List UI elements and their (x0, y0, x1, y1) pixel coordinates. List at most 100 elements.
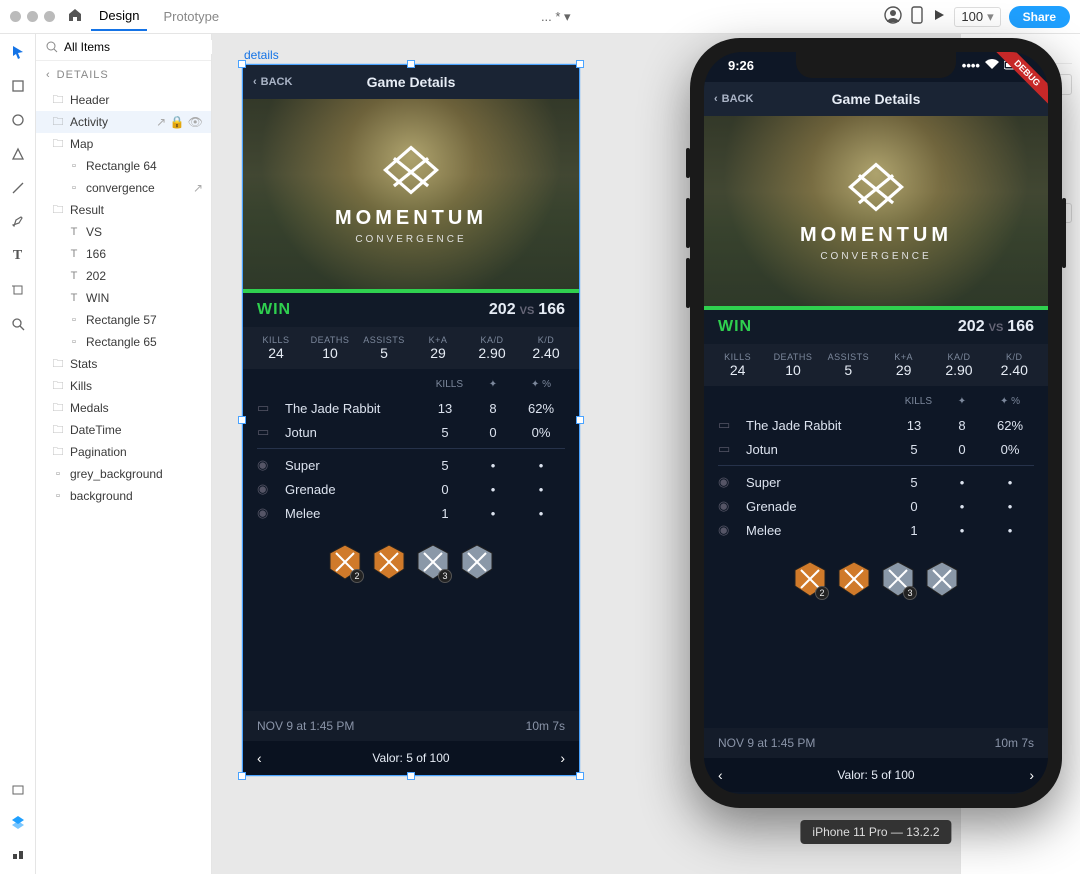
device-preview: 9:26 •••• DEBUG ‹ BACK Game Details MOME… (690, 38, 1062, 808)
medal-icon (925, 560, 959, 598)
medal-icon (837, 560, 871, 598)
activity-subtitle: CONVERGENCE (355, 234, 466, 245)
layer-item[interactable]: ▫grey_background (36, 463, 211, 485)
layer-item[interactable]: ▫background (36, 485, 211, 507)
result-label: WIN (718, 318, 752, 336)
layer-item[interactable]: TWIN (36, 287, 211, 309)
artboard-tool-icon[interactable] (10, 282, 26, 298)
next-arrow-icon[interactable]: › (560, 750, 565, 766)
layer-item[interactable]: T166 (36, 243, 211, 265)
text-tool-icon[interactable]: T (10, 248, 26, 264)
tab-prototype[interactable]: Prototype (155, 3, 227, 30)
pager-label: Valor: 5 of 100 (837, 768, 914, 782)
medal-icon: 3 (881, 560, 915, 598)
layer-item[interactable]: ▫Rectangle 57 (36, 309, 211, 331)
home-icon[interactable] (67, 7, 83, 26)
ability-row: ◉Super5•• (257, 453, 565, 477)
layers-filter-input[interactable] (64, 40, 219, 54)
screen-title: Game Details (367, 74, 456, 90)
ability-row: ◉Melee1•• (718, 518, 1034, 542)
datetime-row: NOV 9 at 1:45 PM10m 7s (704, 728, 1048, 758)
screen-title: Game Details (832, 91, 921, 107)
selection-handle[interactable] (407, 772, 415, 780)
device-notch (796, 52, 956, 78)
layer-item[interactable]: 🗀DateTime (36, 419, 211, 441)
weapon-row: ▭The Jade Rabbit13862% (257, 396, 565, 420)
layers-filter[interactable]: ▾ (36, 34, 211, 61)
layer-item[interactable]: TVS (36, 221, 211, 243)
plugins-icon[interactable] (10, 846, 26, 862)
score: 202VS166 (958, 318, 1034, 336)
weapon-row: ▭The Jade Rabbit13862% (718, 413, 1034, 437)
ability-row: ◉Grenade0•• (257, 477, 565, 501)
back-button[interactable]: ‹ BACK (253, 76, 292, 88)
selection-handle[interactable] (238, 60, 246, 68)
layers-icon[interactable] (10, 814, 26, 830)
prev-arrow-icon[interactable]: ‹ (257, 750, 262, 766)
selection-handle[interactable] (576, 60, 584, 68)
device-label: iPhone 11 Pro — 13.2.2 (800, 820, 951, 844)
activity-hero: MOMENTUM CONVERGENCE (704, 116, 1048, 306)
debug-banner: DEBUG (978, 52, 1048, 122)
layer-item[interactable]: T202 (36, 265, 211, 287)
layers-back[interactable]: ‹DETAILS (36, 61, 211, 89)
layer-item[interactable]: 🗀Header (36, 89, 211, 111)
layer-item[interactable]: ▫convergence↗ (36, 177, 211, 199)
activity-subtitle: CONVERGENCE (820, 251, 931, 262)
left-tool-rail: T (0, 34, 36, 874)
artboard-details[interactable]: ‹ BACK Game Details MOMENTUM CONVERGENCE… (242, 64, 580, 776)
prev-arrow-icon[interactable]: ‹ (718, 767, 723, 783)
datetime-row: NOV 9 at 1:45 PM10m 7s (243, 711, 579, 741)
activity-hero: MOMENTUM CONVERGENCE (243, 99, 579, 289)
stats-row: KILLS24DEATHS10ASSISTS5K+A29KA/D2.90K/D2… (243, 327, 579, 369)
layer-item[interactable]: 🗀Kills (36, 375, 211, 397)
layer-item[interactable]: ▫Rectangle 65 (36, 331, 211, 353)
next-arrow-icon[interactable]: › (1029, 767, 1034, 783)
medal-icon: 2 (793, 560, 827, 598)
selection-handle[interactable] (576, 416, 584, 424)
ability-row: ◉Grenade0•• (718, 494, 1034, 518)
back-button[interactable]: ‹ BACK (714, 93, 753, 105)
app-toolbar: Design Prototype ... * ▾ 100▾ Share (0, 0, 1080, 34)
score: 202VS166 (489, 301, 565, 319)
assets-icon[interactable] (10, 782, 26, 798)
device-icon[interactable] (910, 6, 924, 27)
select-tool-icon[interactable] (10, 44, 26, 60)
activity-icon (844, 160, 908, 214)
artboard-label[interactable]: details (244, 48, 279, 62)
share-button[interactable]: Share (1009, 6, 1070, 28)
layer-item[interactable]: 🗀Medals (36, 397, 211, 419)
ellipse-tool-icon[interactable] (10, 112, 26, 128)
rectangle-tool-icon[interactable] (10, 78, 26, 94)
layer-item[interactable]: 🗀Pagination (36, 441, 211, 463)
layer-item[interactable]: 🗀Result (36, 199, 211, 221)
window-traffic-lights (10, 11, 55, 22)
layer-item[interactable]: 🗀Map (36, 133, 211, 155)
medal-icon: 3 (416, 543, 450, 581)
result-label: WIN (257, 301, 291, 319)
medal-icon (372, 543, 406, 581)
layers-panel: ▾ ‹DETAILS 🗀Header🗀Activity↗ 🔒 👁🗀Map▫Rec… (36, 34, 212, 874)
selection-handle[interactable] (576, 772, 584, 780)
polygon-tool-icon[interactable] (10, 146, 26, 162)
play-icon[interactable] (932, 8, 946, 25)
result-row: WIN 202VS166 (704, 310, 1048, 344)
pen-tool-icon[interactable] (10, 214, 26, 230)
activity-name: MOMENTUM (335, 207, 487, 230)
layer-item[interactable]: 🗀Activity↗ 🔒 👁 (36, 111, 211, 133)
selection-handle[interactable] (238, 772, 246, 780)
zoom-dropdown[interactable]: 100▾ (954, 7, 1000, 27)
layer-item[interactable]: 🗀Stats (36, 353, 211, 375)
status-time: 9:26 (728, 58, 754, 73)
layer-item[interactable]: ▫Rectangle 64 (36, 155, 211, 177)
pager-label: Valor: 5 of 100 (372, 751, 449, 765)
avatar-icon[interactable] (884, 6, 902, 27)
selection-handle[interactable] (238, 416, 246, 424)
line-tool-icon[interactable] (10, 180, 26, 196)
selection-handle[interactable] (407, 60, 415, 68)
document-title[interactable]: ... * ▾ (541, 9, 571, 25)
medal-icon: 2 (328, 543, 362, 581)
zoom-tool-icon[interactable] (10, 316, 26, 332)
tab-design[interactable]: Design (91, 2, 147, 31)
medal-icon (460, 543, 494, 581)
